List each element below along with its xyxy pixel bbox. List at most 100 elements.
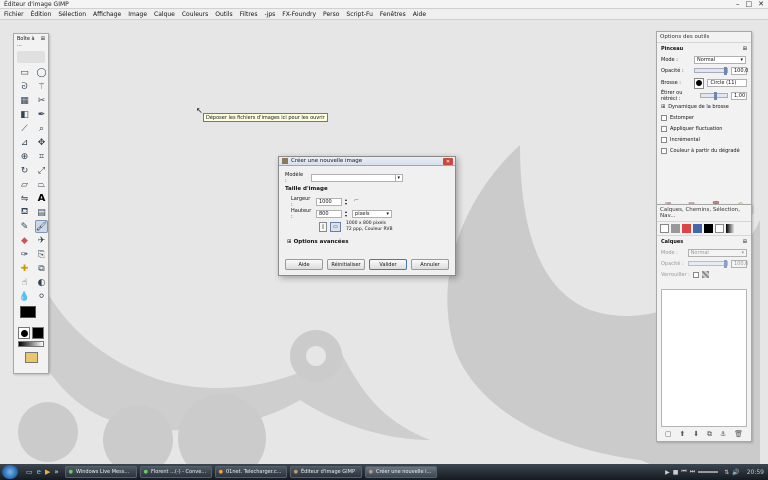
paintbrush-icon[interactable]: 🖌 [35,220,48,233]
raise-layer-icon[interactable]: ⬆ [680,430,686,439]
menu-perso[interactable]: Perso [323,11,339,18]
perspective-icon[interactable]: ⏢ [35,178,48,191]
scale-input[interactable]: 1,00 [731,91,747,100]
lock-alpha-icon[interactable] [701,271,709,278]
tab-colors-icon[interactable] [704,224,713,233]
play-icon[interactable]: ▶ [665,469,670,476]
panel-menu-icon[interactable]: ⊞ [743,46,747,52]
mode-select[interactable]: Normal ▾ [694,55,746,64]
scissors-icon[interactable]: ✂ [35,94,48,107]
ie-icon[interactable]: e [37,468,41,476]
show-desktop-icon[interactable]: ▭ [26,468,33,476]
unit-select[interactable]: pixels ▾ [352,210,393,218]
pattern-preview[interactable] [32,327,44,339]
gradient-color-row[interactable]: Couleur à partir du dégradé [657,145,751,156]
heal-icon[interactable]: ✚ [18,262,31,275]
layer-list[interactable] [661,289,747,427]
tab-brushes-icon[interactable] [715,224,724,233]
gradient-preview[interactable] [18,341,44,347]
clock[interactable]: 20:59 [747,469,764,476]
task-windows-live-messenger[interactable]: ● Windows Live Mess... [64,466,137,478]
menu-filtres[interactable]: Filtres [240,11,258,18]
landscape-button[interactable]: ▭ [330,222,341,232]
tab-gradients-icon[interactable] [726,224,735,233]
task-01net[interactable]: ● 01net. Telecharger.c... [214,466,287,478]
layer-mode-select[interactable]: Normal ▾ [687,248,747,257]
gradient-color-checkbox[interactable] [661,147,667,154]
tab-paths-icon[interactable] [682,224,691,233]
network-icon[interactable]: ⇅ [724,469,729,476]
volume-icon[interactable]: 🔊 [732,469,739,476]
new-layer-icon[interactable]: ▢ [665,430,672,439]
dialog-close-button[interactable]: ✕ [443,158,453,165]
scale-slider[interactable] [700,92,728,100]
cancel-button[interactable]: Annuler [411,259,449,270]
width-spinner-icon[interactable]: ▴ ▾ [345,198,347,206]
align-icon[interactable]: ⊕ [18,150,31,163]
jitter-checkbox[interactable] [661,125,667,132]
maximize-icon[interactable]: □ [746,0,753,8]
measure-icon[interactable]: ⊿ [18,136,31,149]
ellipse-select-icon[interactable]: ◯ [35,66,48,79]
fade-checkbox[interactable] [661,114,667,121]
shear-icon[interactable]: ▱ [18,178,31,191]
tab-navigation-icon[interactable] [693,224,702,233]
menu-fichier[interactable]: Fichier [4,11,24,18]
flip-icon[interactable]: ⇋ [18,192,31,205]
incremental-checkbox[interactable] [661,136,667,143]
task-conversation[interactable]: ● Florent ...(-) - Conve... [139,466,212,478]
brush-preview[interactable] [18,327,30,339]
tab-channels-icon[interactable] [671,224,680,233]
height-input[interactable]: 800 [316,210,342,218]
menu-image[interactable]: Image [128,11,147,18]
menu-jps[interactable]: -jps [264,11,275,18]
menu-couleurs[interactable]: Couleurs [182,11,208,18]
menu-script-fu[interactable]: Script-Fu [346,11,373,18]
start-button[interactable] [2,465,18,479]
rect-select-icon[interactable]: ▭ [18,66,31,79]
fade-row[interactable]: Estomper [657,112,751,123]
move-icon[interactable]: ✥ [35,136,48,149]
more-quicklaunch-icon[interactable]: » [54,468,58,476]
color-picker-icon[interactable]: ⟋ [18,122,31,135]
clone-icon[interactable]: ⎘ [35,248,48,261]
duplicate-layer-icon[interactable]: ⧉ [707,430,712,439]
layer-opacity-handle[interactable] [724,260,727,268]
media-player-icon[interactable]: ▶ [45,468,50,476]
opacity-input[interactable]: 100,0 [731,66,748,75]
convolve-icon[interactable]: ⚪ [35,290,48,303]
smudge-icon[interactable]: ☝ [18,276,31,289]
width-input[interactable]: 1000 [316,198,342,206]
magic-wand-icon[interactable]: ⚚ [35,80,48,93]
minimize-icon[interactable]: – [736,0,740,8]
bucket-fill-icon[interactable]: ⛾ [18,206,31,219]
panel-menu-icon[interactable]: ⊞ [41,36,45,48]
portrait-button[interactable]: ▯ [319,222,327,232]
chain-link-icon[interactable]: ⌐ [354,197,359,204]
perspective-clone-icon[interactable]: ⧉ [35,262,48,275]
pencil-icon[interactable]: ✎ [18,220,31,233]
menu-selection[interactable]: Sélection [58,11,86,18]
menu-fenetres[interactable]: Fenêtres [380,11,406,18]
lasso-icon[interactable]: ᘐ [18,80,31,93]
blur-icon[interactable]: 💧 [18,290,31,303]
lock-pixels-checkbox[interactable] [692,271,699,278]
prev-icon[interactable]: ⏮ [681,468,686,476]
text-icon[interactable]: A [35,192,48,205]
paths-icon[interactable]: ✒ [35,108,48,121]
ink-icon[interactable]: ✑ [18,248,31,261]
dynamics-row[interactable]: ⊞ Dynamique de la brosse [657,101,751,112]
foreground-select-icon[interactable]: ◧ [18,108,31,121]
advanced-options-expander[interactable]: ⊞ Options avancées [287,239,349,245]
stop-icon[interactable]: ■ [673,469,679,476]
reset-button[interactable]: Réinitialiser [327,259,365,270]
foreground-color-swatch[interactable] [20,306,36,318]
height-spinner-icon[interactable]: ▴ ▾ [345,210,347,218]
incremental-row[interactable]: Incrémental [657,134,751,145]
image-thumbnail-icon[interactable] [25,352,38,363]
airbrush-icon[interactable]: ✈ [35,234,48,247]
close-icon[interactable]: ✕ [758,0,764,8]
blend-icon[interactable]: ▤ [35,206,48,219]
rotate-icon[interactable]: ↻ [18,164,31,177]
delete-layer-icon[interactable]: 🗑 [734,430,743,439]
